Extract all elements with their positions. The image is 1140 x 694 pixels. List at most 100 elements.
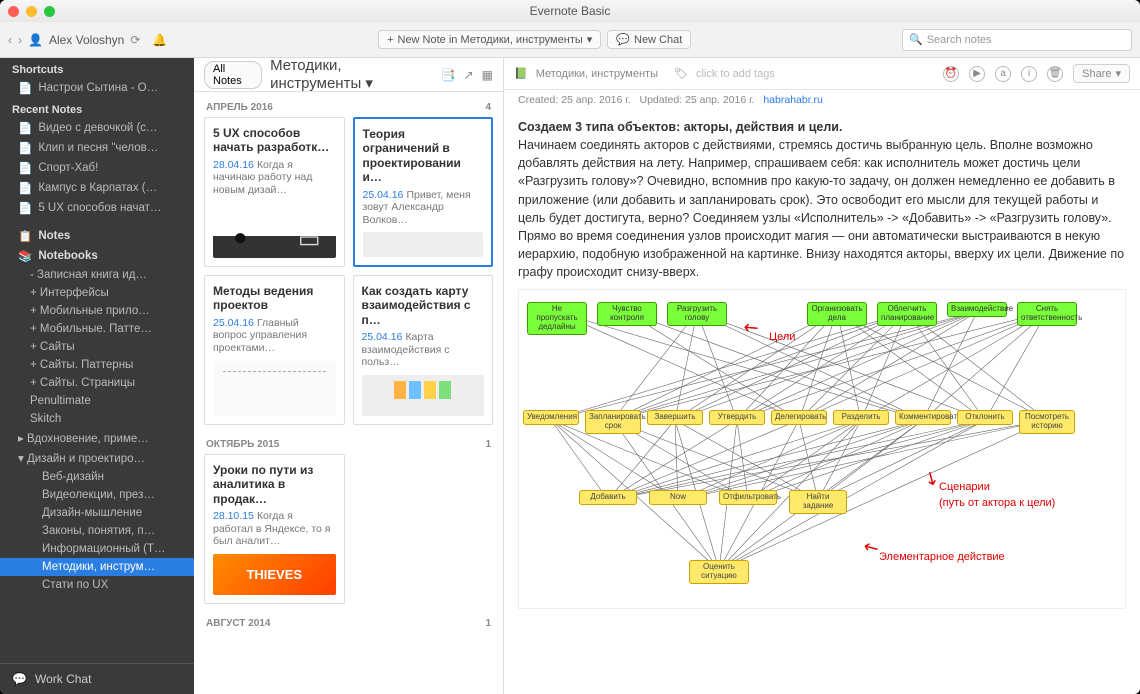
recent-item[interactable]: 📄 Видео с девочкой (с… <box>0 118 194 138</box>
recent-item[interactable]: 📄 Кампус в Карпатах (… <box>0 178 194 198</box>
user-icon[interactable]: 👤 <box>28 33 43 47</box>
shortcut-item[interactable]: 📄 Настрои Сытина - О… <box>0 78 194 98</box>
close-window[interactable] <box>8 6 19 17</box>
shortcuts-header: Shortcuts <box>0 58 194 78</box>
work-chat[interactable]: 💬 Work Chat <box>0 663 194 694</box>
present-icon[interactable]: ▶ <box>969 66 985 82</box>
notebook-item[interactable]: + Сайты. Страницы <box>0 374 194 392</box>
goal-node: Снять ответственность <box>1017 302 1077 326</box>
recent-item[interactable]: 📄 5 UX способов начат… <box>0 198 194 218</box>
action-node: Отклонить <box>957 410 1013 425</box>
sidebar: Shortcuts 📄 Настрои Сытина - О… Recent N… <box>0 58 194 694</box>
notebook-icon: 📗 <box>514 67 528 80</box>
reminder-icon[interactable]: ⏰ <box>943 66 959 82</box>
new-chat-button[interactable]: 💬 New Chat <box>607 30 691 49</box>
window-title: Evernote Basic <box>0 4 1140 18</box>
notebook-item[interactable]: + Мобильные прило… <box>0 302 194 320</box>
notebook-item[interactable]: + Сайты <box>0 338 194 356</box>
action-node: Уведомления <box>523 410 579 425</box>
chat-icon: 💬 <box>616 33 630 46</box>
tag-icon[interactable]: 🏷 <box>674 67 688 80</box>
action-node: Посмотреть историю <box>1019 410 1075 434</box>
info-icon[interactable]: i <box>1021 66 1037 82</box>
view-grid-icon[interactable]: ▦ <box>482 68 493 82</box>
plus-icon: + <box>387 34 393 46</box>
maximize-window[interactable] <box>44 6 55 17</box>
notebook-share-icon[interactable]: ↗ <box>464 68 474 82</box>
note-body[interactable]: Создаем 3 типа объектов: акторы, действи… <box>504 110 1140 694</box>
trash-icon[interactable]: 🗑 <box>1047 66 1063 82</box>
notebook-item[interactable]: Дизайн-мышление <box>0 504 194 522</box>
source-link[interactable]: habrahabr.ru <box>763 94 823 106</box>
chat-icon: 💬 <box>12 672 27 686</box>
action-node: Оценить ситуацию <box>689 560 749 584</box>
note-group-header: ОКТЯБРЬ 20151 <box>204 435 493 454</box>
note-card[interactable]: Методы ведения проектов25.04.16 Главный … <box>204 275 345 425</box>
notebook-item[interactable]: ▸ Вдохновение, приме… <box>0 428 194 448</box>
diagram-label: Сценарии (путь от актора к цели) <box>939 480 1055 512</box>
note-meta: Created: 25 апр. 2016 г. Updated: 25 апр… <box>504 90 1140 110</box>
action-node: Добавить <box>579 490 637 505</box>
recent-item[interactable]: 📄 Клип и песня "челов… <box>0 138 194 158</box>
diagram-label: Цели <box>769 330 795 346</box>
main-toolbar: ‹ › 👤 Alex Voloshyn ⟳ 🔔 + New Note in Ме… <box>0 22 1140 58</box>
note-notebook[interactable]: Методики, инструменты <box>536 68 658 80</box>
notebook-item[interactable]: + Сайты. Паттерны <box>0 356 194 374</box>
action-node: Отфильтровать <box>719 490 777 505</box>
note-panel: 📗 Методики, инструменты 🏷 click to add t… <box>504 58 1140 694</box>
note-card[interactable]: Уроки по пути из аналитика в продак…28.1… <box>204 454 345 604</box>
share-button[interactable]: Share ▾ <box>1073 64 1130 83</box>
all-notes-pill[interactable]: All Notes <box>204 61 262 89</box>
search-input[interactable]: 🔍 Search notes <box>902 29 1132 51</box>
chevron-down-icon: ▾ <box>587 33 593 46</box>
goal-node: Организовать дела <box>807 302 867 326</box>
recent-item[interactable]: 📄 Спорт-Хаб! <box>0 158 194 178</box>
action-node: Найти задание <box>789 490 847 514</box>
action-node: Now <box>649 490 707 505</box>
notebook-item[interactable]: Веб-дизайн <box>0 468 194 486</box>
tags-placeholder[interactable]: click to add tags <box>696 68 775 80</box>
notebook-item[interactable]: Законы, понятия, п… <box>0 522 194 540</box>
note-group-header: АВГУСТ 20141 <box>204 614 493 633</box>
search-icon: 🔍 <box>909 33 923 46</box>
notebooks-section[interactable]: 📚 Notebooks <box>0 246 194 266</box>
notes-section[interactable]: 📋 Notes <box>0 226 194 246</box>
goal-node: Чувство контроля <box>597 302 657 326</box>
note-card[interactable]: Теория ограничений в проектировании и…25… <box>353 117 494 267</box>
goal-node: Облегчить планирование <box>877 302 937 326</box>
action-node: Комментировать <box>895 410 951 425</box>
notebook-item[interactable]: Видеолекции, през… <box>0 486 194 504</box>
note-list-panel: All Notes Методики, инструменты ▾ 📑 ↗ ▦ … <box>194 58 504 694</box>
notebook-item[interactable]: ▾ Дизайн и проектиро… <box>0 448 194 468</box>
titlebar: Evernote Basic <box>0 0 1140 22</box>
notebook-item[interactable]: - Записная книга ид… <box>0 266 194 284</box>
notebook-item[interactable]: Skitch <box>0 410 194 428</box>
action-node: Завершить <box>647 410 703 425</box>
action-node: Запланировать срок <box>585 410 641 434</box>
notebook-item[interactable]: Стати по UX <box>0 576 194 594</box>
notebook-item[interactable]: + Мобильные. Патте… <box>0 320 194 338</box>
goal-node: Разгрузить голову <box>667 302 727 326</box>
diagram-image: Не пропускать дедлайныЧувство контроляРа… <box>518 289 1126 609</box>
notebook-settings-icon[interactable]: 📑 <box>441 68 456 82</box>
annotate-icon[interactable]: a <box>995 66 1011 82</box>
notebook-item[interactable]: + Интерфейсы <box>0 284 194 302</box>
notebook-item[interactable]: Информационный (Т… <box>0 540 194 558</box>
user-name[interactable]: Alex Voloshyn <box>49 33 124 47</box>
minimize-window[interactable] <box>26 6 37 17</box>
activity-icon[interactable]: 🔔 <box>152 33 167 47</box>
note-card[interactable]: 5 UX способов начать разработк…28.04.16 … <box>204 117 345 267</box>
back-icon[interactable]: ‹ <box>8 33 12 47</box>
new-note-button[interactable]: + New Note in Методики, инструменты ▾ <box>378 30 601 49</box>
goal-node: Взаимодействие <box>947 302 1007 317</box>
sync-icon[interactable]: ⟳ <box>130 33 140 47</box>
action-node: Делегировать <box>771 410 827 425</box>
notebook-title: Методики, инструменты ▾ <box>270 58 433 92</box>
note-card[interactable]: Как создать карту взаимодействия с п…25.… <box>353 275 494 425</box>
forward-icon[interactable]: › <box>18 33 22 47</box>
action-node: Утвердить <box>709 410 765 425</box>
action-node: Разделить <box>833 410 889 425</box>
notebook-item[interactable]: Методики, инструм… <box>0 558 194 576</box>
notebook-item[interactable]: Penultimate <box>0 392 194 410</box>
recent-header: Recent Notes <box>0 98 194 118</box>
